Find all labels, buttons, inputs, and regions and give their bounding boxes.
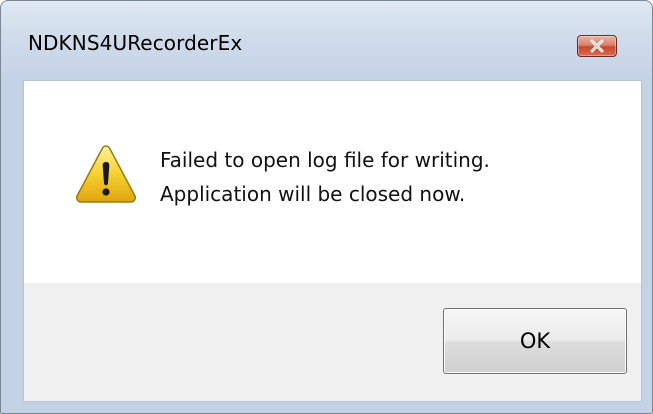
message-area: Failed to open log file for writing. App… [24, 81, 641, 283]
ok-button[interactable]: OK [443, 308, 627, 374]
window-title: NDKNS4URecorderEx [28, 31, 243, 55]
warning-icon [74, 143, 138, 205]
close-icon [589, 39, 605, 53]
close-button[interactable] [577, 35, 617, 57]
title-bar[interactable]: NDKNS4URecorderEx [1, 1, 652, 81]
message-line-2: Application will be closed now. [160, 182, 466, 206]
dialog-content: Failed to open log file for writing. App… [24, 81, 641, 401]
message-line-1: Failed to open log file for writing. [160, 148, 490, 172]
message-dialog: NDKNS4URecorderEx Failed to open log fil… [0, 0, 653, 414]
message-text: Failed to open log file for writing. App… [160, 143, 490, 211]
